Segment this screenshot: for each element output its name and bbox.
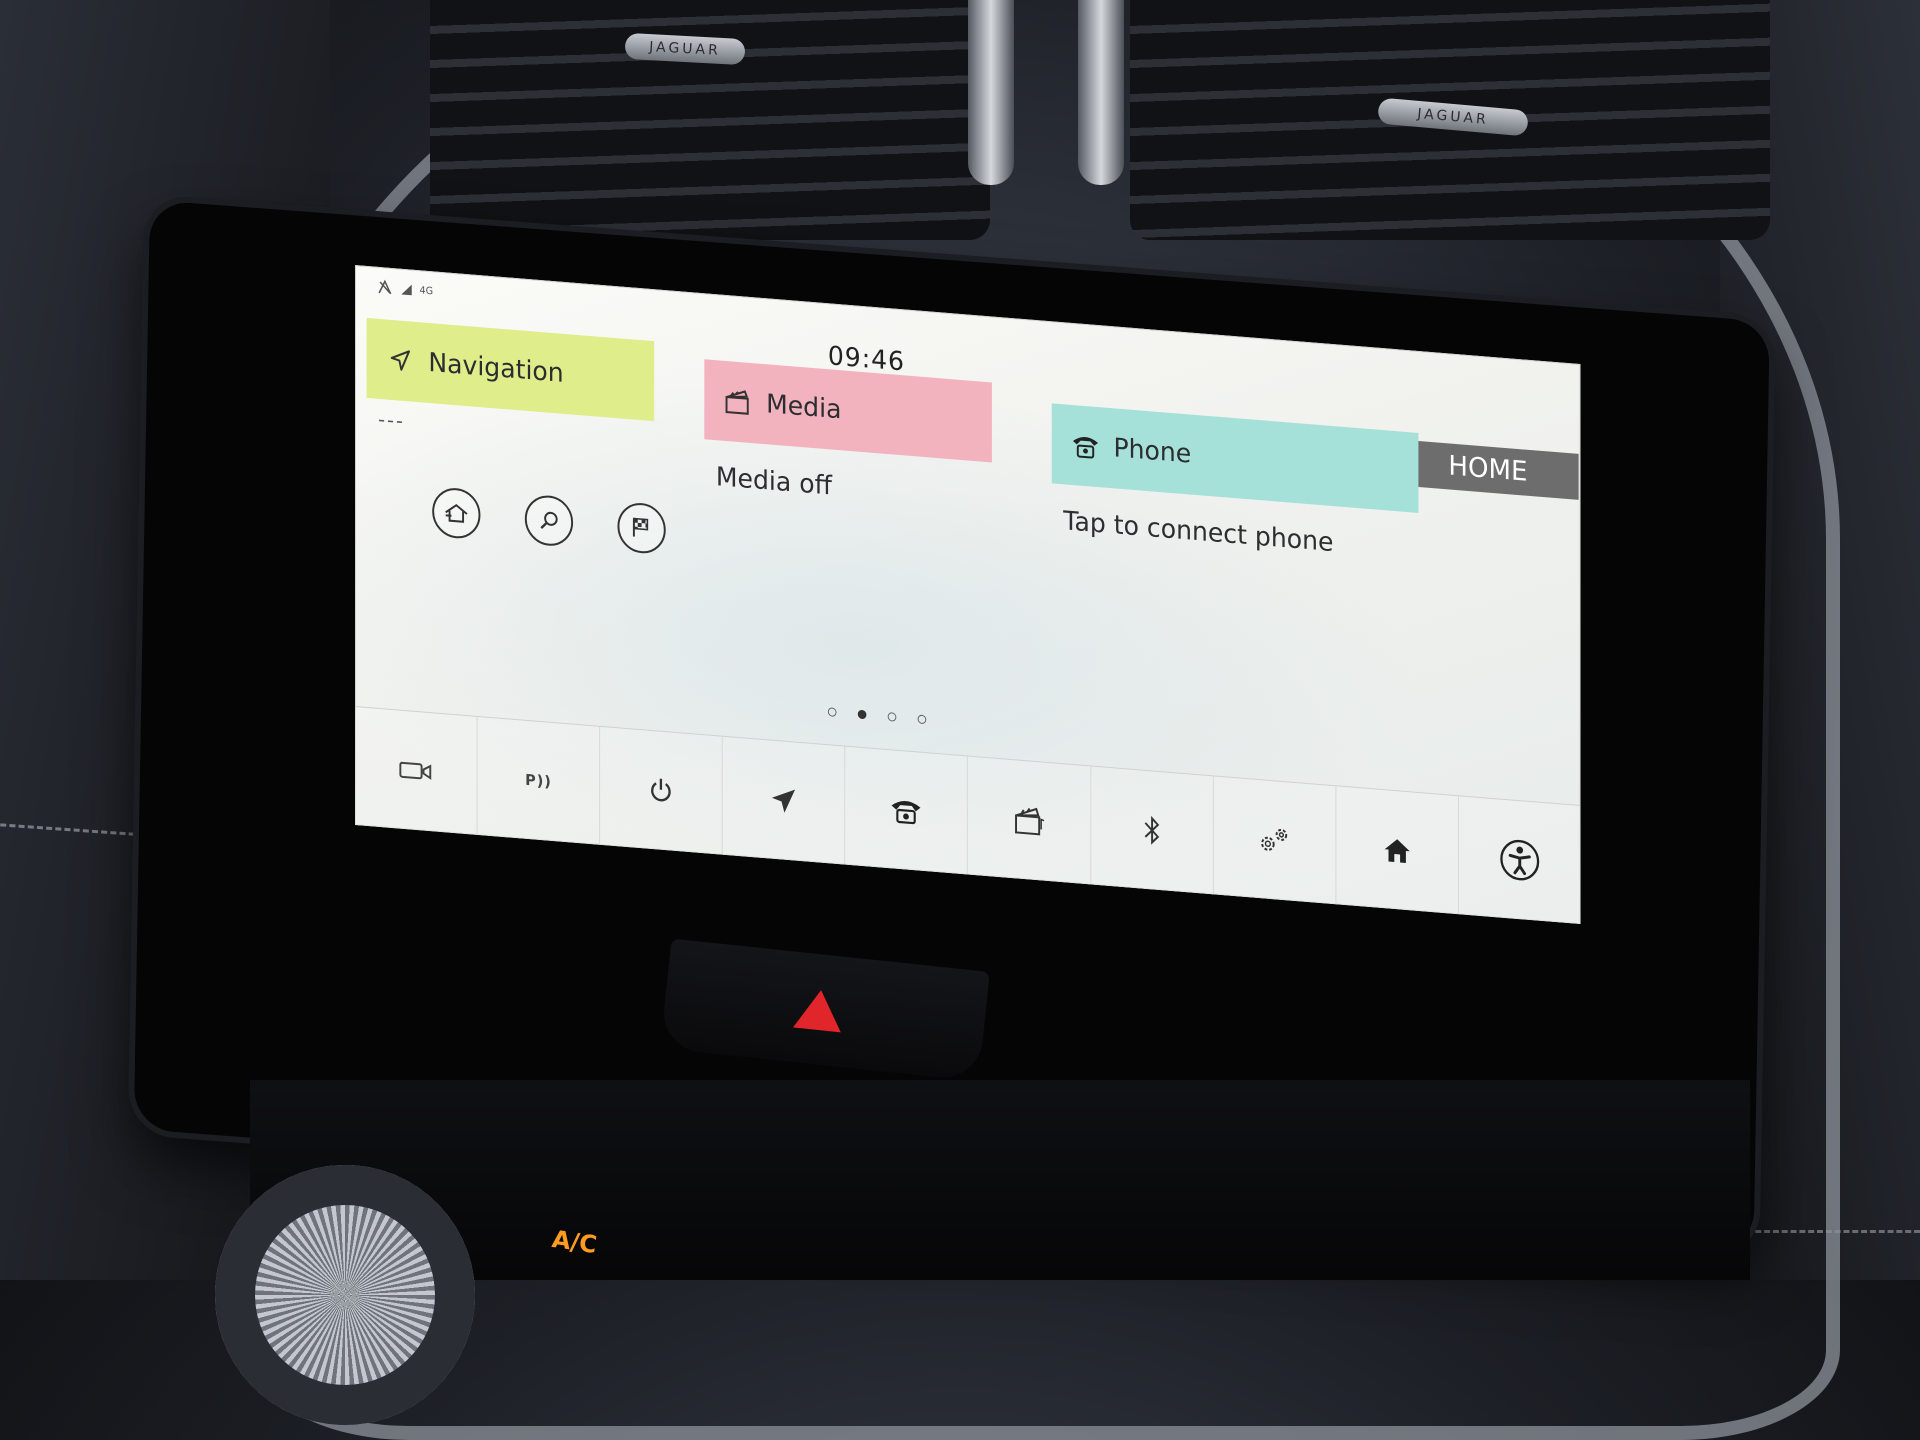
navigation-arrow-icon [772,789,796,813]
phone-shortcut-button[interactable] [845,746,969,875]
power-button[interactable] [600,726,723,855]
page-dot[interactable] [917,714,927,725]
power-icon [651,778,671,802]
home-destination-button[interactable] [432,486,481,541]
search-destination-button[interactable] [524,493,574,548]
signal-bars-icon: ◢ [401,280,412,298]
settings-gears-icon [1260,828,1287,851]
parking-aid-button[interactable]: P)) [477,716,601,845]
hazard-warning-icon [793,987,845,1033]
clapperboard-icon [1014,807,1044,836]
page-dot[interactable] [827,707,837,717]
media-title: Media [766,389,842,426]
settings-button[interactable] [1213,776,1337,905]
home-icon [1384,839,1410,863]
page-dot[interactable] [887,712,897,722]
parking-aid-icon: P)) [525,770,552,791]
phone-card[interactable]: Phone Tap to connect phone [1051,403,1419,746]
clapperboard-icon [724,386,753,418]
network-type: 4G [419,284,434,297]
ac-indicator[interactable]: A/C [550,1225,598,1259]
climate-dial[interactable] [215,1165,475,1425]
vent-adjuster-left[interactable] [968,0,1014,185]
navigation-arrow-icon [386,344,415,376]
page-indicator [827,707,927,725]
air-vent-left[interactable] [430,0,990,240]
home-tab[interactable]: HOME [1397,439,1579,500]
no-route-icon [378,279,392,295]
bluetooth-icon [1144,815,1159,845]
navigation-card[interactable]: Navigation --- [366,317,655,661]
telephone-icon [1071,430,1100,462]
camera-icon [399,761,432,780]
home-button[interactable] [1336,786,1459,915]
status-bar: ◢ 4G [376,275,433,304]
vent-adjuster-right[interactable] [1078,0,1124,185]
telephone-icon [891,801,921,825]
search-icon [540,511,558,529]
accessibility-icon [1500,839,1540,881]
navigation-title: Navigation [428,347,564,389]
lower-console [250,1080,1750,1280]
destination-flag-button[interactable] [617,501,666,556]
navigation-shortcut-button[interactable] [722,736,846,865]
infotainment-screen: ◢ 4G 09:46 HOME Navigation --- Media Med… [355,265,1581,925]
bluetooth-button[interactable] [1090,766,1214,895]
home-destination-icon [445,503,468,523]
camera-button[interactable] [355,707,478,835]
destination-flag-icon [632,517,649,537]
phone-title: Phone [1113,433,1192,470]
media-shortcut-button[interactable] [968,756,1091,885]
page-dot-active[interactable] [857,709,867,720]
accessibility-button[interactable] [1459,796,1581,924]
media-card[interactable]: Media Media off [704,359,992,702]
